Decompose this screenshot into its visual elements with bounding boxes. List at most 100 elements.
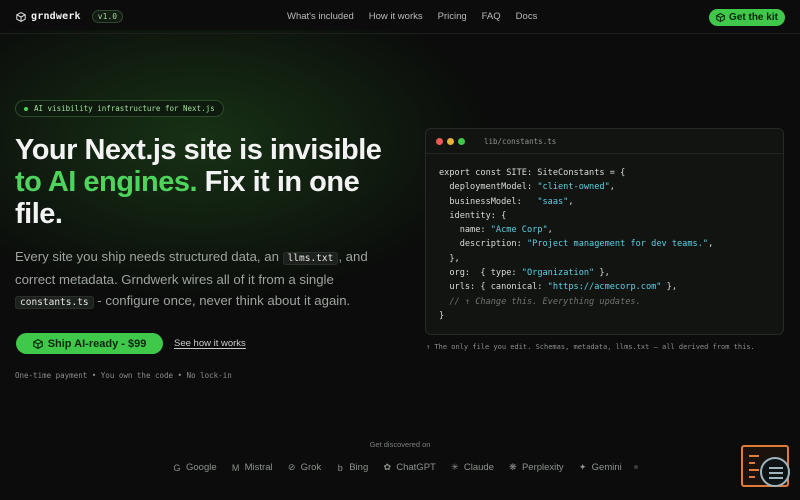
maximize-dot-icon — [458, 137, 465, 145]
get-kit-label: Get the kit — [729, 12, 778, 23]
engine-label: Claude — [463, 462, 494, 473]
fade-dot — [634, 465, 638, 469]
code-token: description: — [439, 239, 527, 250]
code-line: org: { type: "Organization" }, — [439, 266, 783, 280]
constants-ts-chip: constants.ts — [15, 296, 94, 309]
headline-accent: to AI engines. — [15, 166, 198, 198]
hero-badge-text: AI visibility infrastructure for Next.js — [34, 104, 215, 113]
engine-label: Bing — [349, 462, 369, 473]
code-token: businessModel: — [439, 196, 538, 207]
engine-perplexity: ❋ Perplexity — [508, 462, 564, 473]
code-token: export const SITE: SiteConstants = { — [439, 168, 626, 178]
search-widget-icon[interactable] — [760, 457, 790, 487]
hero-headline: Your Next.js site is invisible to AI eng… — [15, 134, 395, 230]
discovered-label: Get discovered on — [369, 440, 431, 449]
code-line: description: "Project management for dev… — [439, 237, 783, 251]
nav-links: What's included How it works Pricing FAQ… — [287, 11, 537, 22]
code-token: }, — [661, 282, 678, 293]
minimize-dot-icon — [447, 137, 454, 145]
engine-label: Grok — [300, 462, 322, 473]
engine-label: ChatGPT — [396, 462, 436, 473]
code-line: } — [439, 309, 783, 323]
code-string: "Project management for dev teams." — [526, 239, 709, 250]
see-how-it-works-link[interactable]: See how it works — [174, 338, 246, 349]
code-token: } — [439, 310, 445, 321]
nav-link-docs[interactable]: Docs — [516, 11, 538, 22]
close-dot-icon — [436, 137, 443, 145]
llms-txt-chip: llms.txt — [282, 252, 339, 265]
code-token: }, — [439, 253, 460, 264]
cube-icon — [32, 338, 43, 349]
gemini-icon: ✦ — [578, 462, 587, 472]
ship-ai-ready-button[interactable]: Ship AI-ready - $99 — [16, 333, 163, 354]
chatgpt-icon: ✿ — [383, 462, 391, 472]
code-token: , — [609, 182, 615, 193]
nav-link-pricing[interactable]: Pricing — [438, 11, 467, 22]
hero-subtitle: Every site you ship needs structured dat… — [15, 246, 385, 313]
engine-gemini: ✦ Gemini — [578, 462, 622, 473]
google-icon: G — [173, 462, 181, 473]
code-line: name: "Acme Corp", — [439, 223, 783, 237]
grok-icon: ⊘ — [287, 462, 296, 472]
sub-part3: - configure once, never think about it a… — [93, 293, 351, 308]
code-token: name: — [439, 225, 491, 236]
widget-line — [749, 462, 755, 464]
code-token: , — [547, 225, 553, 236]
code-body: export const SITE: SiteConstants = { dep… — [426, 154, 783, 323]
code-line: identity: { — [439, 209, 783, 223]
logo[interactable]: grndwerk v1.0 — [16, 10, 124, 23]
engine-label: Gemini — [591, 462, 622, 473]
bing-icon: b — [337, 462, 343, 473]
hero-badge: AI visibility infrastructure for Next.js — [15, 100, 224, 117]
engine-mistral: M Mistral — [231, 462, 273, 473]
nav-link-whats-included[interactable]: What's included — [287, 11, 354, 22]
engine-grok: ⊘ Grok — [287, 462, 322, 473]
code-comment: // ↑ Change this. Everything updates. — [439, 296, 641, 307]
engine-chatgpt: ✿ ChatGPT — [382, 462, 436, 473]
status-dot-icon — [24, 106, 28, 111]
code-token: org: { type: — [439, 268, 522, 279]
code-string: "Organization" — [521, 268, 595, 279]
sub-part1: Every site you ship needs structured dat… — [15, 249, 283, 264]
code-line: urls: { canonical: "https://acmecorp.com… — [439, 280, 783, 294]
widget-bar — [769, 472, 783, 474]
code-filename: lib/constants.ts — [484, 136, 557, 146]
code-line: }, — [439, 252, 783, 266]
engine-label: Perplexity — [521, 462, 564, 473]
ship-button-label: Ship AI-ready - $99 — [47, 337, 147, 350]
mistral-icon: M — [231, 462, 240, 473]
code-token: , — [708, 239, 714, 250]
nav-link-faq[interactable]: FAQ — [482, 11, 501, 22]
code-string: "Acme Corp" — [490, 225, 548, 236]
code-line: businessModel: "saas", — [439, 195, 783, 209]
cube-icon — [16, 11, 26, 22]
nav-link-how-it-works[interactable]: How it works — [369, 11, 423, 22]
engine-claude: ✳ Claude — [450, 462, 494, 473]
window-titlebar: lib/constants.ts — [426, 129, 783, 154]
payment-fineprint: One-time payment • You own the code • No… — [15, 371, 232, 380]
headline-part1: Your Next.js site is invisible — [15, 134, 382, 166]
code-string: "saas" — [537, 196, 569, 207]
engine-label: Google — [186, 462, 217, 473]
version-badge: v1.0 — [91, 10, 124, 23]
widget-line — [749, 455, 759, 457]
get-kit-button[interactable]: Get the kit — [709, 9, 785, 26]
top-nav: grndwerk v1.0 What's included How it wor… — [0, 0, 800, 34]
engine-google: G Google — [172, 462, 217, 473]
code-token: deploymentModel: — [439, 182, 538, 193]
code-line: export const SITE: SiteConstants = { — [439, 166, 783, 180]
code-token: }, — [594, 268, 610, 279]
widget-line — [749, 469, 759, 471]
widget-bar — [769, 467, 783, 469]
code-token: identity: { — [439, 210, 507, 221]
code-string: "https://acmecorp.com" — [547, 282, 662, 293]
code-token: , — [568, 196, 574, 207]
widget-bar — [769, 477, 783, 479]
code-window: lib/constants.ts export const SITE: Site… — [425, 128, 784, 335]
code-token: urls: { canonical: — [439, 282, 548, 293]
claude-icon: ✳ — [451, 462, 459, 472]
cube-icon — [716, 13, 725, 22]
code-string: "client-owned" — [537, 182, 610, 193]
logo-text: grndwerk — [31, 11, 81, 22]
code-line: deploymentModel: "client-owned", — [439, 180, 783, 194]
